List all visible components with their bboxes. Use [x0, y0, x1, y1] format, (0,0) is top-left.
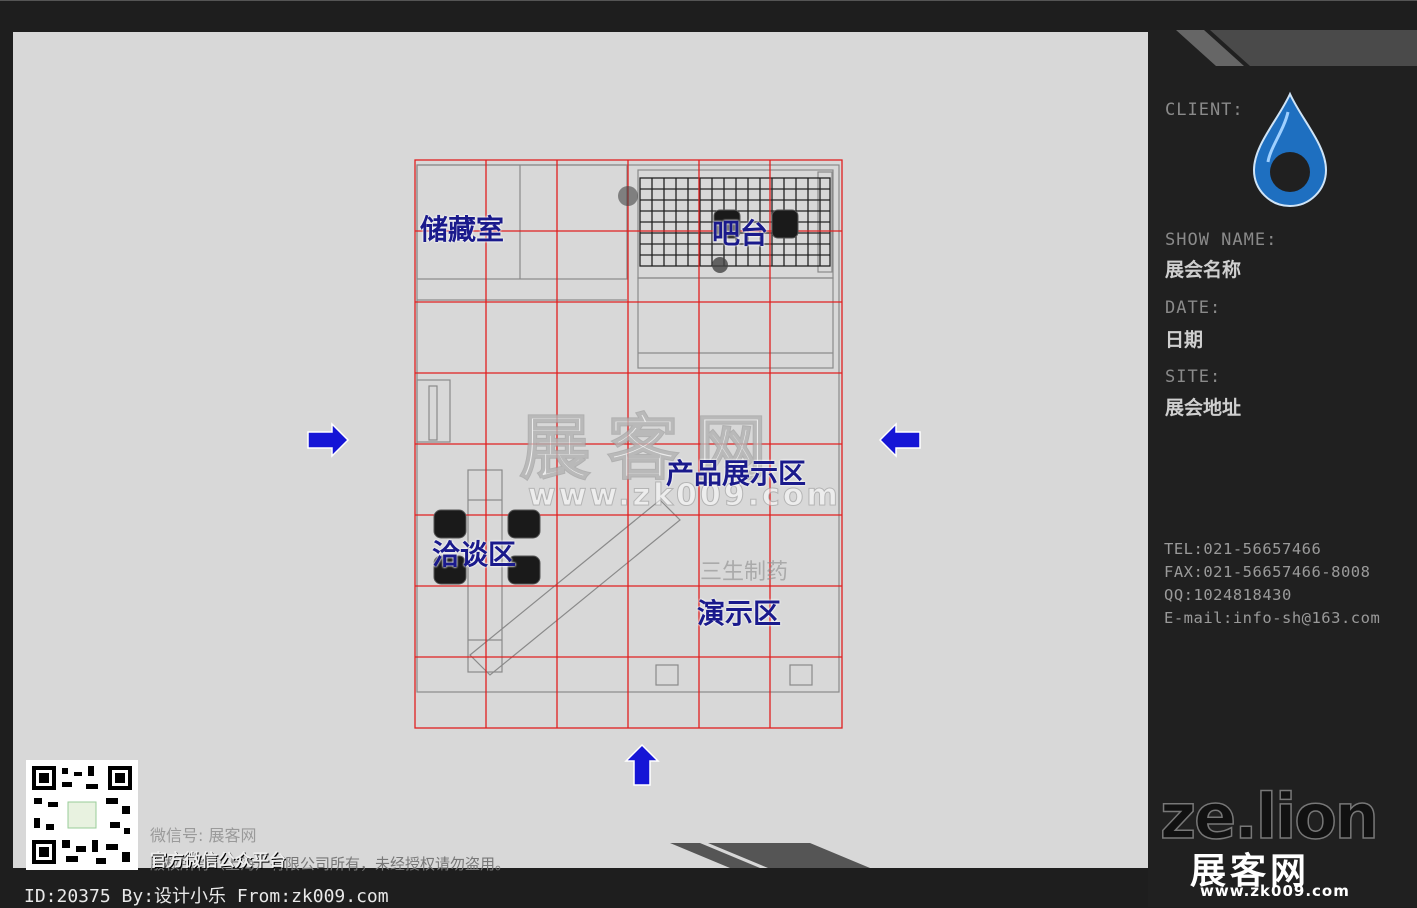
site-value: 展会地址 [1165, 397, 1242, 419]
date-value: 日期 [1165, 329, 1204, 351]
watermark-official: 官方微信公众平台 [150, 851, 286, 871]
arrow-right-entrance [878, 422, 921, 458]
show-name-value: 展会名称 [1165, 259, 1242, 281]
qr-code [26, 760, 138, 870]
arrow-bottom-entrance [624, 743, 660, 786]
date-label: DATE: [1165, 298, 1222, 318]
arrow-left-entrance [307, 422, 350, 458]
zone-demo: 演示区 [697, 597, 782, 630]
panel-stripes [1176, 30, 1417, 66]
title-block-panel: CLIENT: SHOW NAME: 展会名称 DATE: 日期 SITE: 展… [1148, 30, 1417, 907]
contact-tel: TEL:021-56657466 [1164, 540, 1322, 558]
zone-product-display: 产品展示区 [666, 457, 807, 490]
footer-id-line: ID:20375 By:设计小乐 From:zk009.com [24, 886, 389, 907]
client-label: CLIENT: [1165, 100, 1244, 120]
contact-email: E-mail:info-sh@163.com [1164, 609, 1381, 627]
site-label: SITE: [1165, 367, 1222, 387]
zone-negotiation: 洽谈区 [432, 538, 517, 571]
zone-storage: 储藏室 [420, 213, 505, 246]
brand-url: www.zk009.com [1200, 882, 1350, 900]
client-logo-icon [1252, 91, 1328, 207]
show-name-label: SHOW NAME: [1165, 230, 1278, 250]
contact-fax: FAX:021-56657466-8008 [1164, 563, 1371, 581]
zone-bar: 吧台 [712, 217, 769, 250]
footer-stripes [670, 843, 870, 868]
watermark-wechat: 微信号: 展客网 [150, 826, 257, 845]
watermark-sansheng: 三生制药 [700, 560, 789, 585]
contact-qq: QQ:1024818430 [1164, 586, 1292, 604]
